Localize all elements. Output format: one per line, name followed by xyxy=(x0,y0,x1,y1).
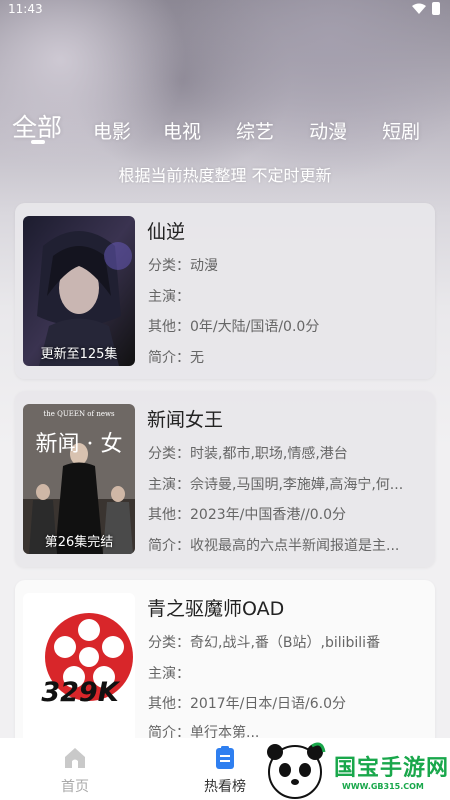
home-icon xyxy=(65,748,85,768)
tab-short-drama[interactable]: 短剧 xyxy=(382,117,420,144)
other-info-text: 其他：2017年/日本/日语/6.0分 xyxy=(148,696,347,712)
tab-movie[interactable]: 电影 xyxy=(93,117,131,144)
category-tabs: 全部 电影 电视 综艺 动漫 短剧 xyxy=(12,100,442,144)
category-text: 分类：动漫 xyxy=(148,258,218,274)
list-icon xyxy=(216,746,234,769)
other-info-text: 其他：2023年/中国香港//0.0分 xyxy=(148,507,347,523)
logo-text: 329K xyxy=(41,677,119,708)
poster-image: 329K xyxy=(23,593,135,743)
active-tab-indicator xyxy=(31,140,45,144)
category-text: 分类：奇幻,战斗,番（B站）,bilibili番 xyxy=(148,635,381,651)
nav-home[interactable]: 首页 xyxy=(0,738,150,800)
cast-text: 主演： xyxy=(148,666,190,682)
poster-image: 更新至125集 xyxy=(23,216,135,366)
tab-variety[interactable]: 综艺 xyxy=(236,117,274,144)
ranking-card[interactable]: the QUEEN of news 新闻 · 女 第26集完结 新闻女王 分类：… xyxy=(15,391,435,567)
ranking-card[interactable]: 329K 青之驱魔师OAD 分类：奇幻,战斗,番（B站）,bilibili番 主… xyxy=(15,580,435,750)
poster-title-art: 新闻 · 女 xyxy=(35,432,123,457)
card-title: 新闻女王 xyxy=(147,409,224,431)
card-title: 青之驱魔师OAD xyxy=(147,598,285,620)
card-title: 仙逆 xyxy=(147,221,186,243)
status-icons xyxy=(412,2,440,15)
poster-tagline: the QUEEN of news xyxy=(43,410,115,418)
episode-caption: 第26集完结 xyxy=(44,535,114,550)
wifi-icon xyxy=(412,3,426,14)
tab-all[interactable]: 全部 xyxy=(12,108,62,144)
episode-caption: 更新至125集 xyxy=(40,347,118,362)
category-text: 分类：时装,都市,职场,情感,港台 xyxy=(148,446,348,462)
status-time: 11:43 xyxy=(8,2,43,16)
ranking-card[interactable]: 更新至125集 仙逆 分类：动漫 主演： 其他：0年/大陆/国语/0.0分 简介… xyxy=(15,203,435,379)
intro-text: 简介：收视最高的六点半新闻报道是主... xyxy=(148,538,400,554)
poster-image: the QUEEN of news 新闻 · 女 第26集完结 xyxy=(23,404,135,554)
watermark-url: WWW.GB315.COM xyxy=(342,782,424,791)
status-bar: 11:43 xyxy=(0,0,450,20)
site-watermark: 国宝手游网 WWW.GB315.COM xyxy=(262,738,450,800)
tab-anime[interactable]: 动漫 xyxy=(309,117,347,144)
watermark-text: 国宝手游网 xyxy=(334,756,450,781)
cast-text: 主演：佘诗曼,马国明,李施嬅,高海宁,何... xyxy=(148,477,404,493)
battery-icon xyxy=(432,2,440,15)
panda-logo-icon xyxy=(267,742,326,799)
ranking-subtitle: 根据当前热度整理 不定时更新 xyxy=(118,166,332,185)
other-info-text: 其他：0年/大陆/国语/0.0分 xyxy=(148,319,320,335)
tab-tv[interactable]: 电视 xyxy=(163,117,201,144)
film-reel-logo xyxy=(45,613,133,701)
cast-text: 主演： xyxy=(148,289,190,305)
nav-home-label: 首页 xyxy=(61,779,89,795)
intro-text: 简介：无 xyxy=(148,350,204,366)
